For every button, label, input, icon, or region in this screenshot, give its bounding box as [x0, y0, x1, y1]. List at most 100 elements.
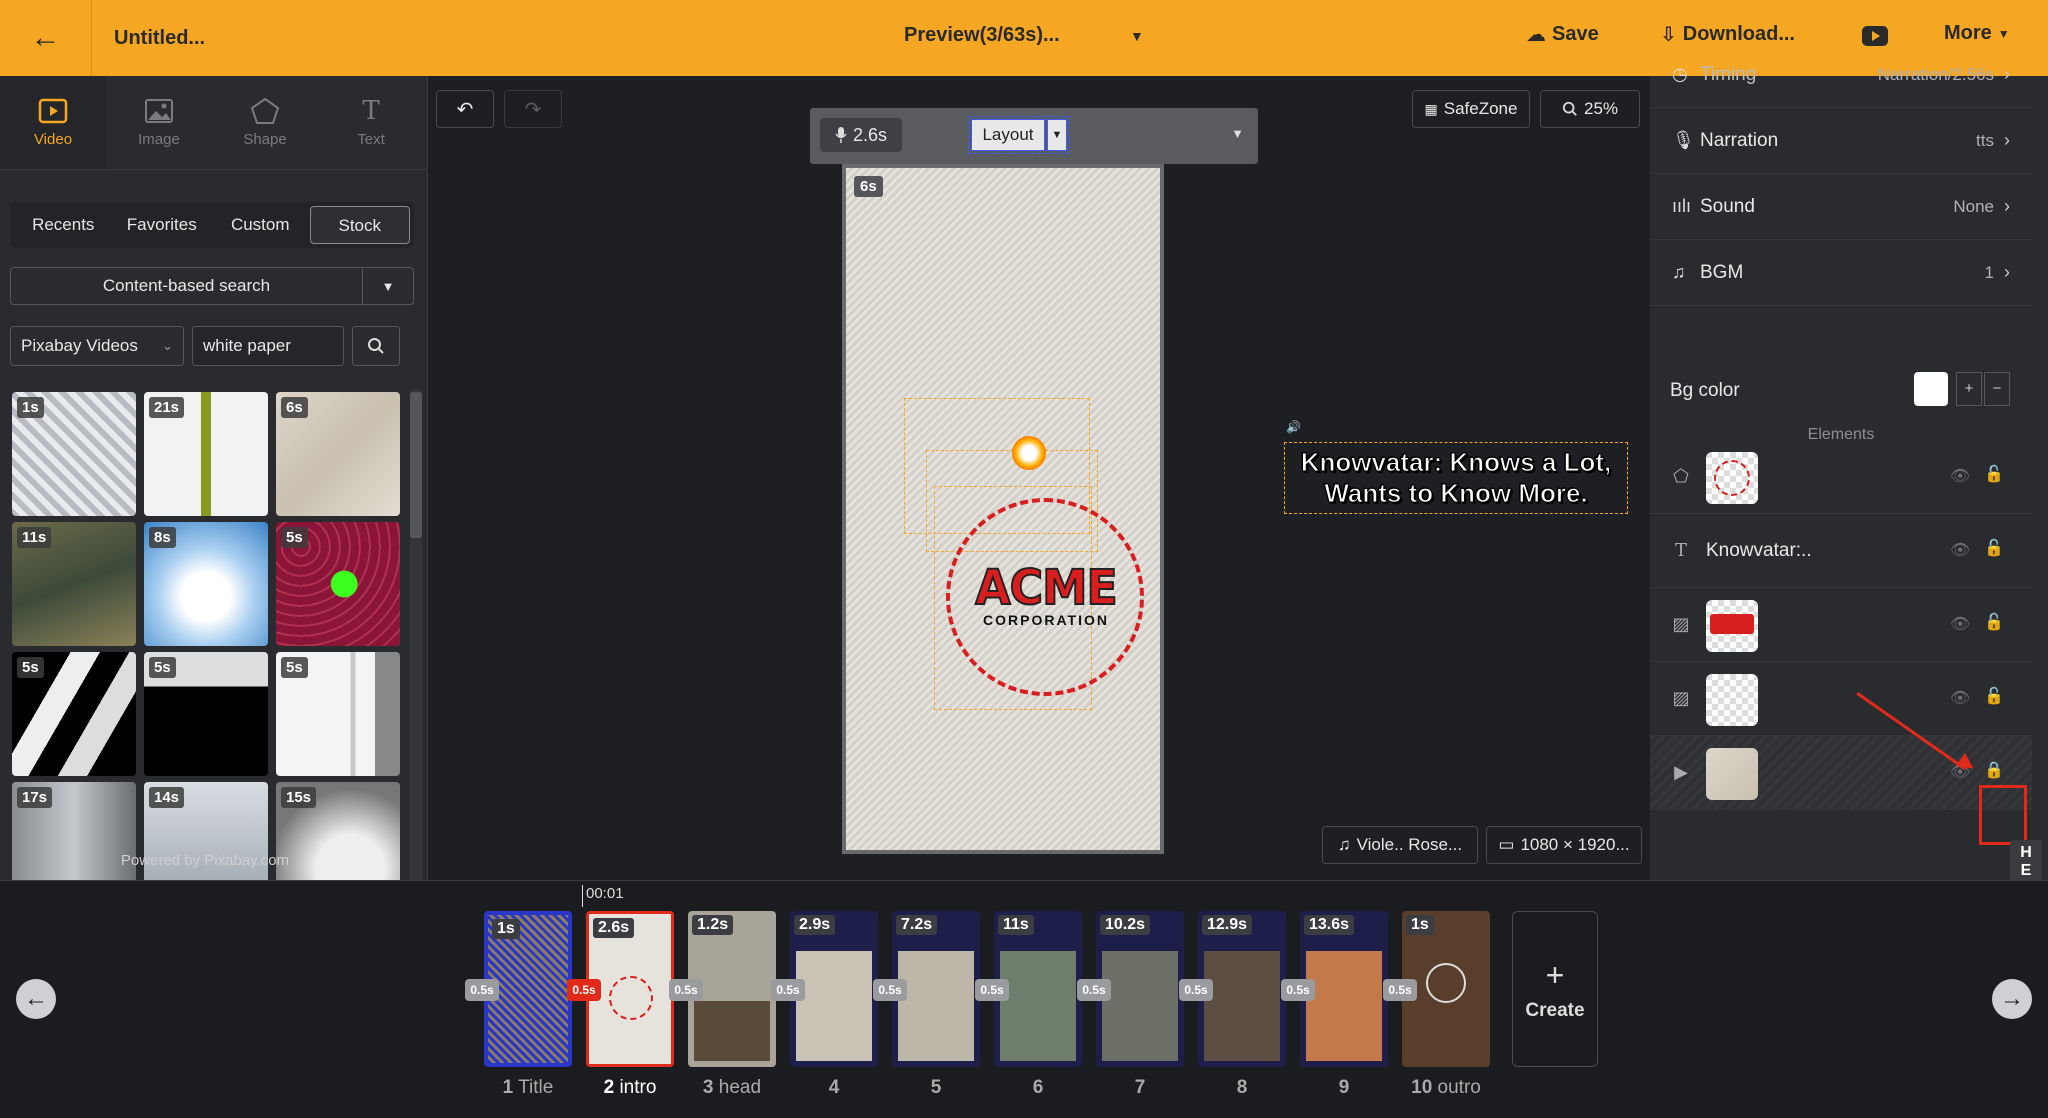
transition-badge[interactable]: 0.5s	[771, 979, 805, 1001]
scene-duration-badge: 1.2s	[692, 915, 734, 935]
eye-icon[interactable]: 👁	[1950, 540, 1970, 560]
chevron-right-icon: ›	[2004, 64, 2010, 84]
stock-thumbnail[interactable]: 5s	[12, 652, 136, 776]
transition-badge[interactable]: 0.5s	[669, 979, 703, 1001]
tab-recents[interactable]: Recents	[14, 206, 113, 244]
chevron-down-icon[interactable]: ▼	[1130, 28, 1144, 44]
safezone-button[interactable]: ▦ SafeZone	[1412, 90, 1530, 128]
text-icon: T	[362, 96, 380, 126]
chevron-down-icon[interactable]: ▼	[1231, 126, 1244, 141]
tab-image[interactable]: Image	[106, 76, 212, 169]
eye-icon[interactable]: 👁	[1950, 466, 1970, 486]
transition-badge[interactable]: 0.5s	[1077, 979, 1111, 1001]
undo-icon: ↶	[456, 98, 474, 121]
element-row-text[interactable]: T Knowvatar:.. 👁 🔓	[1650, 514, 2032, 588]
media-type-tabs: Video Image Shape T Text	[0, 76, 427, 170]
scene-duration-badge: 13.6s	[1304, 915, 1355, 935]
tab-text[interactable]: T Text	[318, 76, 424, 169]
stock-thumbnail[interactable]: 11s	[12, 522, 136, 646]
undo-button[interactable]: ↶	[436, 90, 494, 128]
eye-icon[interactable]: 👁	[1950, 688, 1970, 708]
chevron-down-icon[interactable]: ▼	[363, 279, 413, 294]
lock-icon[interactable]: 🔒	[1984, 760, 2004, 780]
duration-badge: 5s	[281, 657, 308, 678]
stock-thumbnail[interactable]: 1s	[12, 392, 136, 516]
scroll-right-button[interactable]: →	[1992, 979, 2032, 1019]
preview-button[interactable]: Preview(3/63s)...	[904, 24, 1060, 47]
timing-row[interactable]: ◷ Timing Narration/2.56s ›	[1650, 42, 2032, 108]
remove-color-button[interactable]: −	[1984, 372, 2010, 406]
element-row-video[interactable]: ▶ 👁 🔒	[1650, 736, 2032, 810]
search-input[interactable]: white paper	[192, 326, 344, 366]
music-button[interactable]: ♫ Viole.. Rose...	[1322, 826, 1478, 864]
tab-custom[interactable]: Custom	[211, 206, 310, 244]
stock-thumbnail[interactable]: 6s	[276, 392, 400, 516]
stock-thumbnail[interactable]: 5s	[276, 522, 400, 646]
sound-row[interactable]: ıılı Sound None ›	[1650, 174, 2032, 240]
zoom-button[interactable]: 25%	[1540, 90, 1640, 128]
stock-thumbnail[interactable]: 5s	[144, 652, 268, 776]
layout-dropdown-button[interactable]: ▼	[1047, 119, 1067, 151]
scrollbar-thumb[interactable]	[410, 392, 422, 538]
duration-badge: 15s	[281, 787, 317, 808]
create-scene-button[interactable]: + Create	[1512, 911, 1598, 1067]
transition-badge[interactable]: 0.5s	[1281, 979, 1315, 1001]
video-icon	[37, 97, 69, 125]
transition-badge[interactable]: 0.5s	[1179, 979, 1213, 1001]
back-button[interactable]: ←	[0, 0, 92, 76]
tab-video[interactable]: Video	[0, 76, 106, 169]
search-button[interactable]	[352, 326, 400, 366]
add-color-button[interactable]: +	[1956, 372, 1982, 406]
bgm-row[interactable]: ♫ BGM 1 ›	[1650, 240, 2032, 306]
scene-duration-badge: 10.2s	[1100, 915, 1151, 935]
transition-badge[interactable]: 0.5s	[975, 979, 1009, 1001]
scene-duration-badge: 12.9s	[1202, 915, 1253, 935]
element-row-image[interactable]: ▨ 👁 🔓	[1650, 662, 2032, 736]
narration-duration-button[interactable]: 2.6s	[820, 118, 902, 152]
bg-color-row: Bg color + −	[1650, 358, 2032, 424]
tab-stock[interactable]: Stock	[309, 206, 410, 244]
save-button[interactable]: ☁ Save	[1526, 22, 1599, 47]
element-row-image[interactable]: ▨ 👁 🔓	[1650, 588, 2032, 662]
unlock-icon[interactable]: 🔓	[1984, 686, 2004, 706]
project-title[interactable]: Untitled...	[114, 27, 374, 50]
tab-favorites[interactable]: Favorites	[113, 206, 212, 244]
content-search-select[interactable]: Content-based search ▼	[10, 267, 414, 305]
transition-badge[interactable]: 0.5s	[873, 979, 907, 1001]
scene-label: 5	[930, 1077, 942, 1098]
transition-badge[interactable]: 0.5s	[465, 979, 499, 1001]
unlock-icon[interactable]: 🔓	[1984, 464, 2004, 484]
bg-color-swatch[interactable]	[1914, 372, 1948, 406]
duration-badge: 5s	[281, 527, 308, 548]
duration-badge: 21s	[149, 397, 185, 418]
unlock-icon[interactable]: 🔓	[1984, 612, 2004, 632]
transition-badge[interactable]: 0.5s	[1383, 979, 1417, 1001]
unlock-icon[interactable]: 🔓	[1984, 538, 2004, 558]
stock-thumbnail[interactable]: 8s	[144, 522, 268, 646]
narration-row[interactable]: 🎙 Narration tts ›	[1650, 108, 2032, 174]
redo-button[interactable]: ↷	[504, 90, 562, 128]
scroll-left-button[interactable]: ←	[16, 979, 56, 1019]
stock-thumbnail[interactable]: 21s	[144, 392, 268, 516]
element-row-shape[interactable]: ⬠ 👁 🔓	[1650, 440, 2032, 514]
scene-duration-badge: 7.2s	[896, 915, 938, 935]
caption-text-element[interactable]: Knowvatar: Knows a Lot, Wants to Know Mo…	[1284, 442, 1628, 514]
eye-icon[interactable]: 👁	[1950, 614, 1970, 634]
scene-preview-canvas[interactable]: 6s ACME CORPORATION	[842, 164, 1164, 854]
tab-shape[interactable]: Shape	[212, 76, 318, 169]
resolution-button[interactable]: ▭ 1080 × 1920...	[1486, 826, 1642, 864]
search-icon	[1562, 101, 1577, 116]
chevron-right-icon: ›	[2004, 130, 2010, 150]
transition-badge[interactable]: 0.5s	[567, 979, 601, 1001]
stock-source-select[interactable]: Pixabay Videos ⌄	[10, 326, 184, 366]
sparkle-graphic[interactable]	[1012, 436, 1046, 470]
video-icon: ▶	[1674, 762, 1688, 782]
duration-badge: 6s	[281, 397, 308, 418]
scrollbar-track[interactable]	[2032, 76, 2048, 880]
music-note-icon: ♫	[1337, 835, 1351, 854]
layout-button[interactable]: Layout	[971, 119, 1045, 151]
plus-icon: +	[1545, 956, 1565, 993]
stock-thumbnail[interactable]: 5s	[276, 652, 400, 776]
acme-logo[interactable]: ACME CORPORATION	[966, 559, 1126, 628]
duration-badge: 1s	[17, 397, 44, 418]
